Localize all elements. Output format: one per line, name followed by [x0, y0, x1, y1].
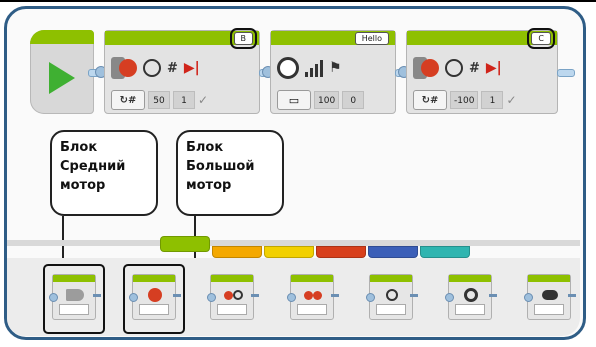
power-gauge-icon	[143, 59, 161, 77]
tab-action[interactable]	[160, 236, 210, 252]
flag-icon: ⚑	[329, 60, 342, 76]
rotations-value[interactable]: 1	[481, 91, 504, 109]
large-motor-callout: Блок Большой мотор	[176, 130, 284, 216]
sound-block[interactable]: Hello ⚑ ▭ 100 0	[270, 30, 396, 114]
start-block[interactable]	[30, 30, 94, 114]
check-icon[interactable]: ✓	[506, 93, 516, 107]
callout-line: Большой	[186, 159, 255, 174]
move-steering-icon	[222, 288, 244, 302]
display-icon	[386, 289, 398, 301]
check-icon[interactable]: ✓	[198, 93, 208, 107]
tab-data-operations[interactable]	[316, 246, 366, 258]
large-motor-block-c[interactable]: C # ▶| ↻# -100 1 ✓	[406, 28, 558, 114]
power-value[interactable]: 50	[148, 91, 170, 109]
sequence-wire-end	[557, 69, 575, 77]
port-selector[interactable]: B	[229, 28, 257, 49]
volume-value[interactable]: 100	[314, 91, 340, 109]
degrees-mode-icon[interactable]: ↻#	[413, 90, 447, 110]
medium-motor-callout: Блок Средний мотор	[50, 130, 158, 216]
palette-move-steering-block[interactable]	[207, 274, 259, 320]
degrees-mode-icon[interactable]: ↻#	[111, 90, 145, 110]
top-rule	[0, 0, 596, 2]
medium-motor-highlight	[43, 264, 105, 334]
speaker-icon	[277, 57, 299, 79]
large-motor-highlight	[123, 264, 185, 334]
callout-line: Средний	[60, 159, 126, 174]
hash-icon: #	[167, 60, 178, 76]
power-gauge-icon	[445, 59, 463, 77]
large-motor-icon	[111, 55, 137, 81]
sound-icon	[464, 288, 478, 302]
play-type-value[interactable]: 0	[342, 91, 365, 109]
port-selector[interactable]: C	[527, 28, 555, 49]
large-motor-block-b[interactable]: B # ▶| ↻# 50 1 ✓	[104, 28, 260, 114]
hash-icon: #	[469, 60, 480, 76]
brick-status-light-icon	[542, 290, 558, 300]
play-icon[interactable]	[49, 62, 75, 94]
callout-line: Блок	[186, 140, 224, 155]
palette-display-block[interactable]	[366, 274, 418, 320]
brake-icon: ▶|	[183, 60, 200, 76]
folder-mode-icon[interactable]: ▭	[277, 90, 311, 110]
callout-line: мотор	[60, 178, 106, 193]
palette-move-tank-block[interactable]	[287, 274, 339, 320]
callout-line: мотор	[186, 178, 232, 193]
rotations-value[interactable]: 1	[173, 91, 195, 109]
large-motor-icon	[413, 55, 439, 81]
sound-file-name[interactable]: Hello	[354, 32, 389, 45]
tab-advanced[interactable]	[368, 246, 418, 258]
tab-flow-control[interactable]	[212, 246, 262, 258]
power-value[interactable]: -100	[450, 91, 479, 109]
volume-bars-icon	[305, 59, 323, 77]
start-block-cap	[30, 30, 94, 44]
tab-sensor[interactable]	[264, 246, 314, 258]
brake-icon: ▶|	[485, 60, 502, 76]
palette-brick-status-light-block[interactable]	[524, 274, 576, 320]
move-tank-icon	[302, 288, 324, 302]
palette-sound-block[interactable]	[445, 274, 497, 320]
tab-my-blocks[interactable]	[420, 246, 470, 258]
callout-line: Блок	[60, 140, 98, 155]
